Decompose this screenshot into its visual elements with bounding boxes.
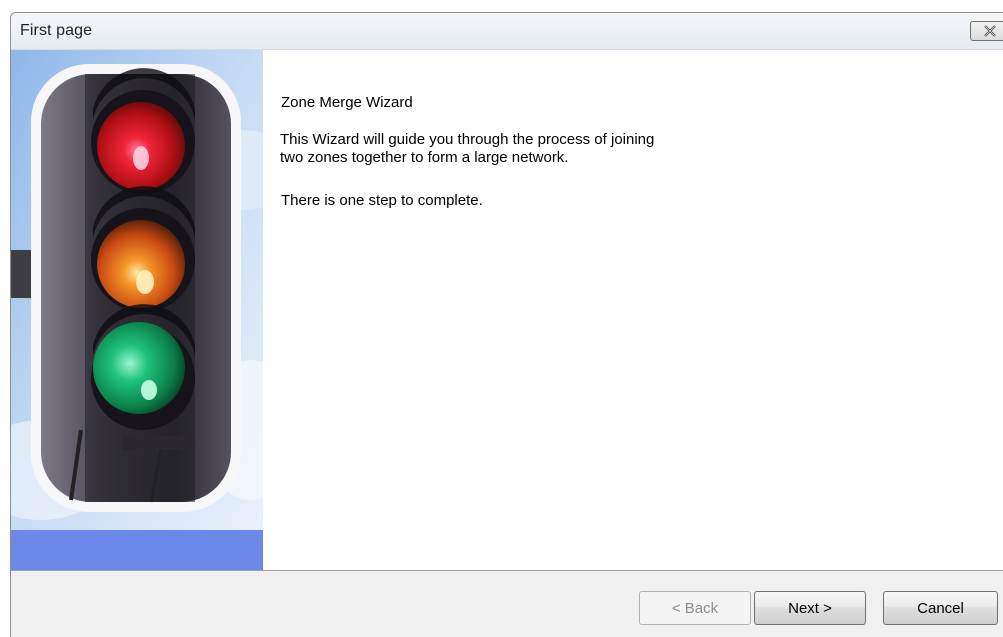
button-bar: < Back Next > Cancel: [11, 570, 1003, 637]
next-button[interactable]: Next >: [754, 591, 866, 625]
traffic-light-image: [11, 50, 263, 530]
side-panel-strip: [11, 530, 263, 570]
cancel-button[interactable]: Cancel: [883, 591, 998, 625]
wizard-window: First page Zone Merge Wizard This Wizard…: [10, 12, 1003, 637]
window-title: First page: [20, 22, 93, 39]
side-panel: [11, 50, 263, 570]
back-button[interactable]: < Back: [639, 591, 751, 625]
wizard-steps-text: There is one step to complete.: [281, 192, 483, 209]
wizard-title: Zone Merge Wizard: [281, 94, 413, 111]
close-icon: [983, 25, 997, 37]
wizard-description: This Wizard will guide you through the p…: [280, 131, 655, 166]
title-bar: First page: [11, 13, 1003, 50]
wizard-content: Zone Merge Wizard This Wizard will guide…: [11, 50, 1003, 570]
close-button[interactable]: [970, 21, 1003, 41]
